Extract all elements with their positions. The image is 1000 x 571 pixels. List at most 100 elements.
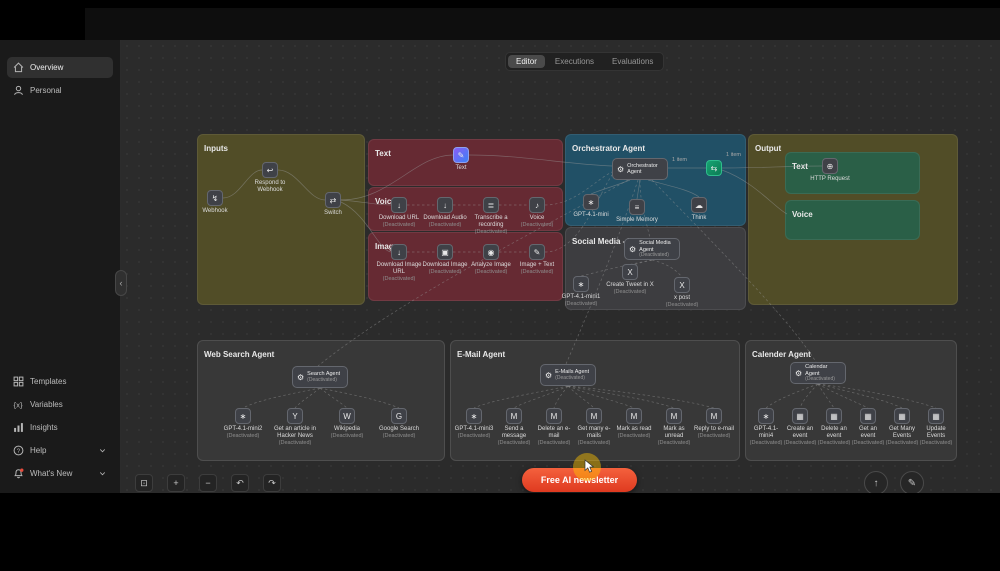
node[interactable]: ♪ Voice (Deactivated) [514, 197, 560, 235]
canvas-tool-button[interactable]: ⊡ [135, 474, 153, 492]
node-icon[interactable]: ↓ [391, 244, 407, 260]
node-http-request[interactable]: ⊕ HTTP Request [806, 158, 854, 183]
sidebar-item-variables[interactable]: {x} Variables [7, 394, 113, 415]
node[interactable]: ≣ Transcribe a recording (Deactivated) [468, 197, 514, 235]
node[interactable]: ∗ GPT-4.1-mini3 (Deactivated) [454, 408, 494, 446]
gmail-icon[interactable]: M [706, 408, 722, 424]
globe-icon[interactable]: ⊕ [822, 158, 838, 174]
sidebar-item-insights[interactable]: Insights [7, 417, 113, 438]
webhook-icon[interactable]: ↯ [207, 190, 223, 206]
sidebar-item-templates[interactable]: Templates [7, 371, 113, 392]
compose-button[interactable]: ✎ [900, 471, 924, 495]
memory-icon[interactable]: ≡ [629, 199, 645, 215]
calendar-icon[interactable]: ▦ [928, 408, 944, 424]
node-gpt-model[interactable]: ∗ GPT-4.1-mini [567, 194, 615, 219]
node[interactable]: M Send a message (Deactivated) [494, 408, 534, 446]
tab-executions[interactable]: Executions [547, 55, 602, 68]
node[interactable]: ▦ Get Many Events (Deactivated) [885, 408, 919, 446]
gmail-icon[interactable]: M [546, 408, 562, 424]
node[interactable]: G Google Search (Deactivated) [373, 408, 425, 446]
calendar-icon[interactable]: ▦ [894, 408, 910, 424]
filter-icon: ⇆ [710, 163, 718, 173]
node-think[interactable]: ☁ Think [675, 197, 723, 222]
node-respond-to-webhook[interactable]: ↩ Respond to Webhook [246, 162, 294, 194]
person-icon [14, 85, 23, 96]
tool-icon[interactable]: ∗ [235, 408, 251, 424]
calendar-icon[interactable]: ▦ [792, 408, 808, 424]
node-icon[interactable]: ♪ [529, 197, 545, 213]
think-icon[interactable]: ☁ [691, 197, 707, 213]
node[interactable]: Y Get an article in Hacker News (Deactiv… [269, 408, 321, 446]
x-icon[interactable]: X [674, 277, 690, 293]
node-orchestrator-agent[interactable]: ⚙ Orchestrator Agent [612, 158, 668, 180]
node-icon[interactable]: ✎ [529, 244, 545, 260]
node[interactable]: ↓ Download URL (Deactivated) [376, 197, 422, 235]
node-simple-memory[interactable]: ≡ Simple Memory [613, 199, 661, 224]
node[interactable]: M Delete an e-mail (Deactivated) [534, 408, 574, 446]
node-create-tweet[interactable]: X Create Tweet in X (Deactivated) [606, 264, 654, 295]
calendar-icon[interactable]: ∗ [758, 408, 774, 424]
node-icon[interactable]: ↓ [437, 197, 453, 213]
node-icon[interactable]: ◉ [483, 244, 499, 260]
canvas-tool-button[interactable]: ↶ [231, 474, 249, 492]
node-filter[interactable]: ⇆ [706, 160, 722, 176]
node-icon[interactable]: ≣ [483, 197, 499, 213]
reply-icon[interactable]: ↩ [262, 162, 278, 178]
node[interactable]: ∗ GPT-4.1-mini2 (Deactivated) [217, 408, 269, 446]
node-social-media-agent[interactable]: ⚙ Social Media Agent (Deactivated) [624, 238, 680, 260]
group-inputs[interactable]: Inputs [197, 134, 365, 305]
tool-icon[interactable]: Y [287, 408, 303, 424]
canvas-tool-button[interactable]: − [199, 474, 217, 492]
sidebar-item-overview[interactable]: Overview [7, 57, 113, 78]
node[interactable]: M Mark as unread (Deactivated) [654, 408, 694, 446]
sidebar-item-help[interactable]: ? Help [7, 440, 113, 461]
node[interactable]: M Get many e-mails (Deactivated) [574, 408, 614, 446]
canvas-tool-button[interactable]: + [167, 474, 185, 492]
gmail-icon[interactable]: M [506, 408, 522, 424]
node-webhook[interactable]: ↯ Webhook [191, 190, 239, 215]
node[interactable]: ▦ Get an event (Deactivated) [851, 408, 885, 446]
canvas-tool-button[interactable]: ↷ [263, 474, 281, 492]
node[interactable]: ▦ Delete an event (Deactivated) [817, 408, 851, 446]
node[interactable]: ▦ Update Events (Deactivated) [919, 408, 953, 446]
node-social-gpt[interactable]: ∗ GPT-4.1-mini1 (Deactivated) [557, 276, 605, 307]
node[interactable]: M Mark as read (Deactivated) [614, 408, 654, 446]
gmail-icon[interactable]: M [626, 408, 642, 424]
node[interactable]: ▣ Download Image (Deactivated) [422, 244, 468, 282]
gmail-icon[interactable]: M [666, 408, 682, 424]
sidebar-item-personal[interactable]: Personal [7, 80, 113, 101]
gmail-icon[interactable]: M [586, 408, 602, 424]
calendar-icon[interactable]: ▦ [860, 408, 876, 424]
pencil-icon[interactable]: ✎ [453, 147, 469, 163]
x-icon[interactable]: X [622, 264, 638, 280]
gmail-icon[interactable]: ∗ [466, 408, 482, 424]
node[interactable]: ∗ GPT-4.1-mini4 (Deactivated) [749, 408, 783, 446]
group-output-voice[interactable]: Voice [785, 200, 920, 240]
node[interactable]: ↓ Download Audio (Deactivated) [422, 197, 468, 235]
node[interactable]: ✎ Image + Text (Deactivated) [514, 244, 560, 282]
node-icon[interactable]: ↓ [391, 197, 407, 213]
tool-icon[interactable]: G [391, 408, 407, 424]
node-text[interactable]: ✎ Text [437, 147, 485, 172]
calendar-icon[interactable]: ▦ [826, 408, 842, 424]
sidebar-collapse-handle[interactable]: ‹ [115, 270, 127, 296]
node-icon[interactable]: ▣ [437, 244, 453, 260]
tool-icon[interactable]: W [339, 408, 355, 424]
tab-evaluations[interactable]: Evaluations [604, 55, 661, 68]
openai-icon[interactable]: ∗ [583, 194, 599, 210]
node-switch[interactable]: ⇄ Switch [309, 192, 357, 217]
node-x-post[interactable]: X x post (Deactivated) [658, 277, 706, 308]
node[interactable]: ▦ Create an event (Deactivated) [783, 408, 817, 446]
switch-icon[interactable]: ⇄ [325, 192, 341, 208]
node-emails-agent[interactable]: ⚙ E-Mails Agent (Deactivated) [540, 364, 596, 386]
node[interactable]: W Wikipedia (Deactivated) [321, 408, 373, 446]
node-search-agent[interactable]: ⚙ Search Agent (Deactivated) [292, 366, 348, 388]
tab-editor[interactable]: Editor [508, 55, 545, 68]
node[interactable]: ↓ Download Image URL (Deactivated) [376, 244, 422, 282]
sidebar-item-whats-new[interactable]: What's New [7, 463, 113, 484]
node[interactable]: ◉ Analyze Image (Deactivated) [468, 244, 514, 282]
scroll-up-button[interactable]: ↑ [864, 471, 888, 495]
openai-icon[interactable]: ∗ [573, 276, 589, 292]
node-calendar-agent[interactable]: ⚙ Calendar Agent (Deactivated) [790, 362, 846, 384]
node[interactable]: M Reply to e-mail (Deactivated) [694, 408, 734, 446]
